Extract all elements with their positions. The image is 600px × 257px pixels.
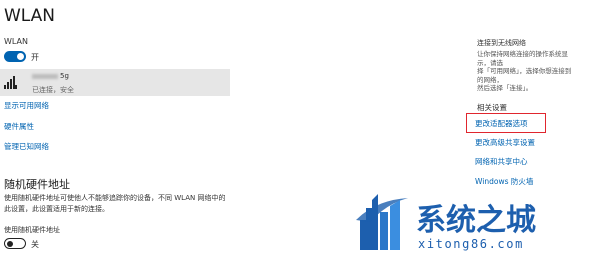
network-sharing-center-link[interactable]: 网络和共享中心 <box>475 156 528 167</box>
random-hw-toggle-state: 关 <box>31 240 39 249</box>
change-advanced-sharing-link[interactable]: 更改高级共享设置 <box>475 137 535 148</box>
manage-known-networks-link[interactable]: 管理已知网络 <box>4 141 49 152</box>
change-adapter-options-link[interactable]: 更改适配器选项 <box>475 118 528 129</box>
toggle-knob <box>17 53 24 60</box>
wlan-toggle-label: WLAN <box>4 37 29 46</box>
toggle-knob <box>7 240 13 247</box>
wlan-toggle-state: 开 <box>31 53 39 62</box>
random-hw-toggle[interactable] <box>4 238 26 249</box>
connect-wireless-description: 让你保持网络连接的操作系统显示，请选 择「可用网络」，选择你想连接到的网络， 然… <box>477 50 572 92</box>
svg-text:xitong86.com: xitong86.com <box>418 237 524 251</box>
random-hw-address-description: 使用随机硬件地址可使他人不能够追踪你的设备，不同 WLAN 网络中的 此设置，此… <box>4 194 226 213</box>
svg-text:系统之城: 系统之城 <box>416 203 536 238</box>
connect-wireless-heading: 连接到无线网络 <box>477 39 526 47</box>
wlan-toggle[interactable] <box>4 51 26 62</box>
page-title: WLAN <box>4 6 56 26</box>
watermark-logo: 系统之城 xitong86.com <box>356 190 596 252</box>
related-settings-heading: 相关设置 <box>477 103 507 112</box>
castle-icon: 系统之城 xitong86.com <box>356 194 536 251</box>
wifi-signal-icon <box>4 74 18 90</box>
network-name: 5g <box>32 72 69 80</box>
show-available-networks-link[interactable]: 显示可用网络 <box>4 100 49 111</box>
random-hw-address-title: 随机硬件地址 <box>4 178 70 191</box>
hardware-properties-link[interactable]: 硬件属性 <box>4 121 34 132</box>
windows-firewall-link[interactable]: Windows 防火墙 <box>475 176 533 187</box>
redacted-ssid <box>32 73 58 79</box>
network-status: 已连接，安全 <box>32 86 74 94</box>
random-hw-toggle-label: 使用随机硬件地址 <box>4 226 60 234</box>
